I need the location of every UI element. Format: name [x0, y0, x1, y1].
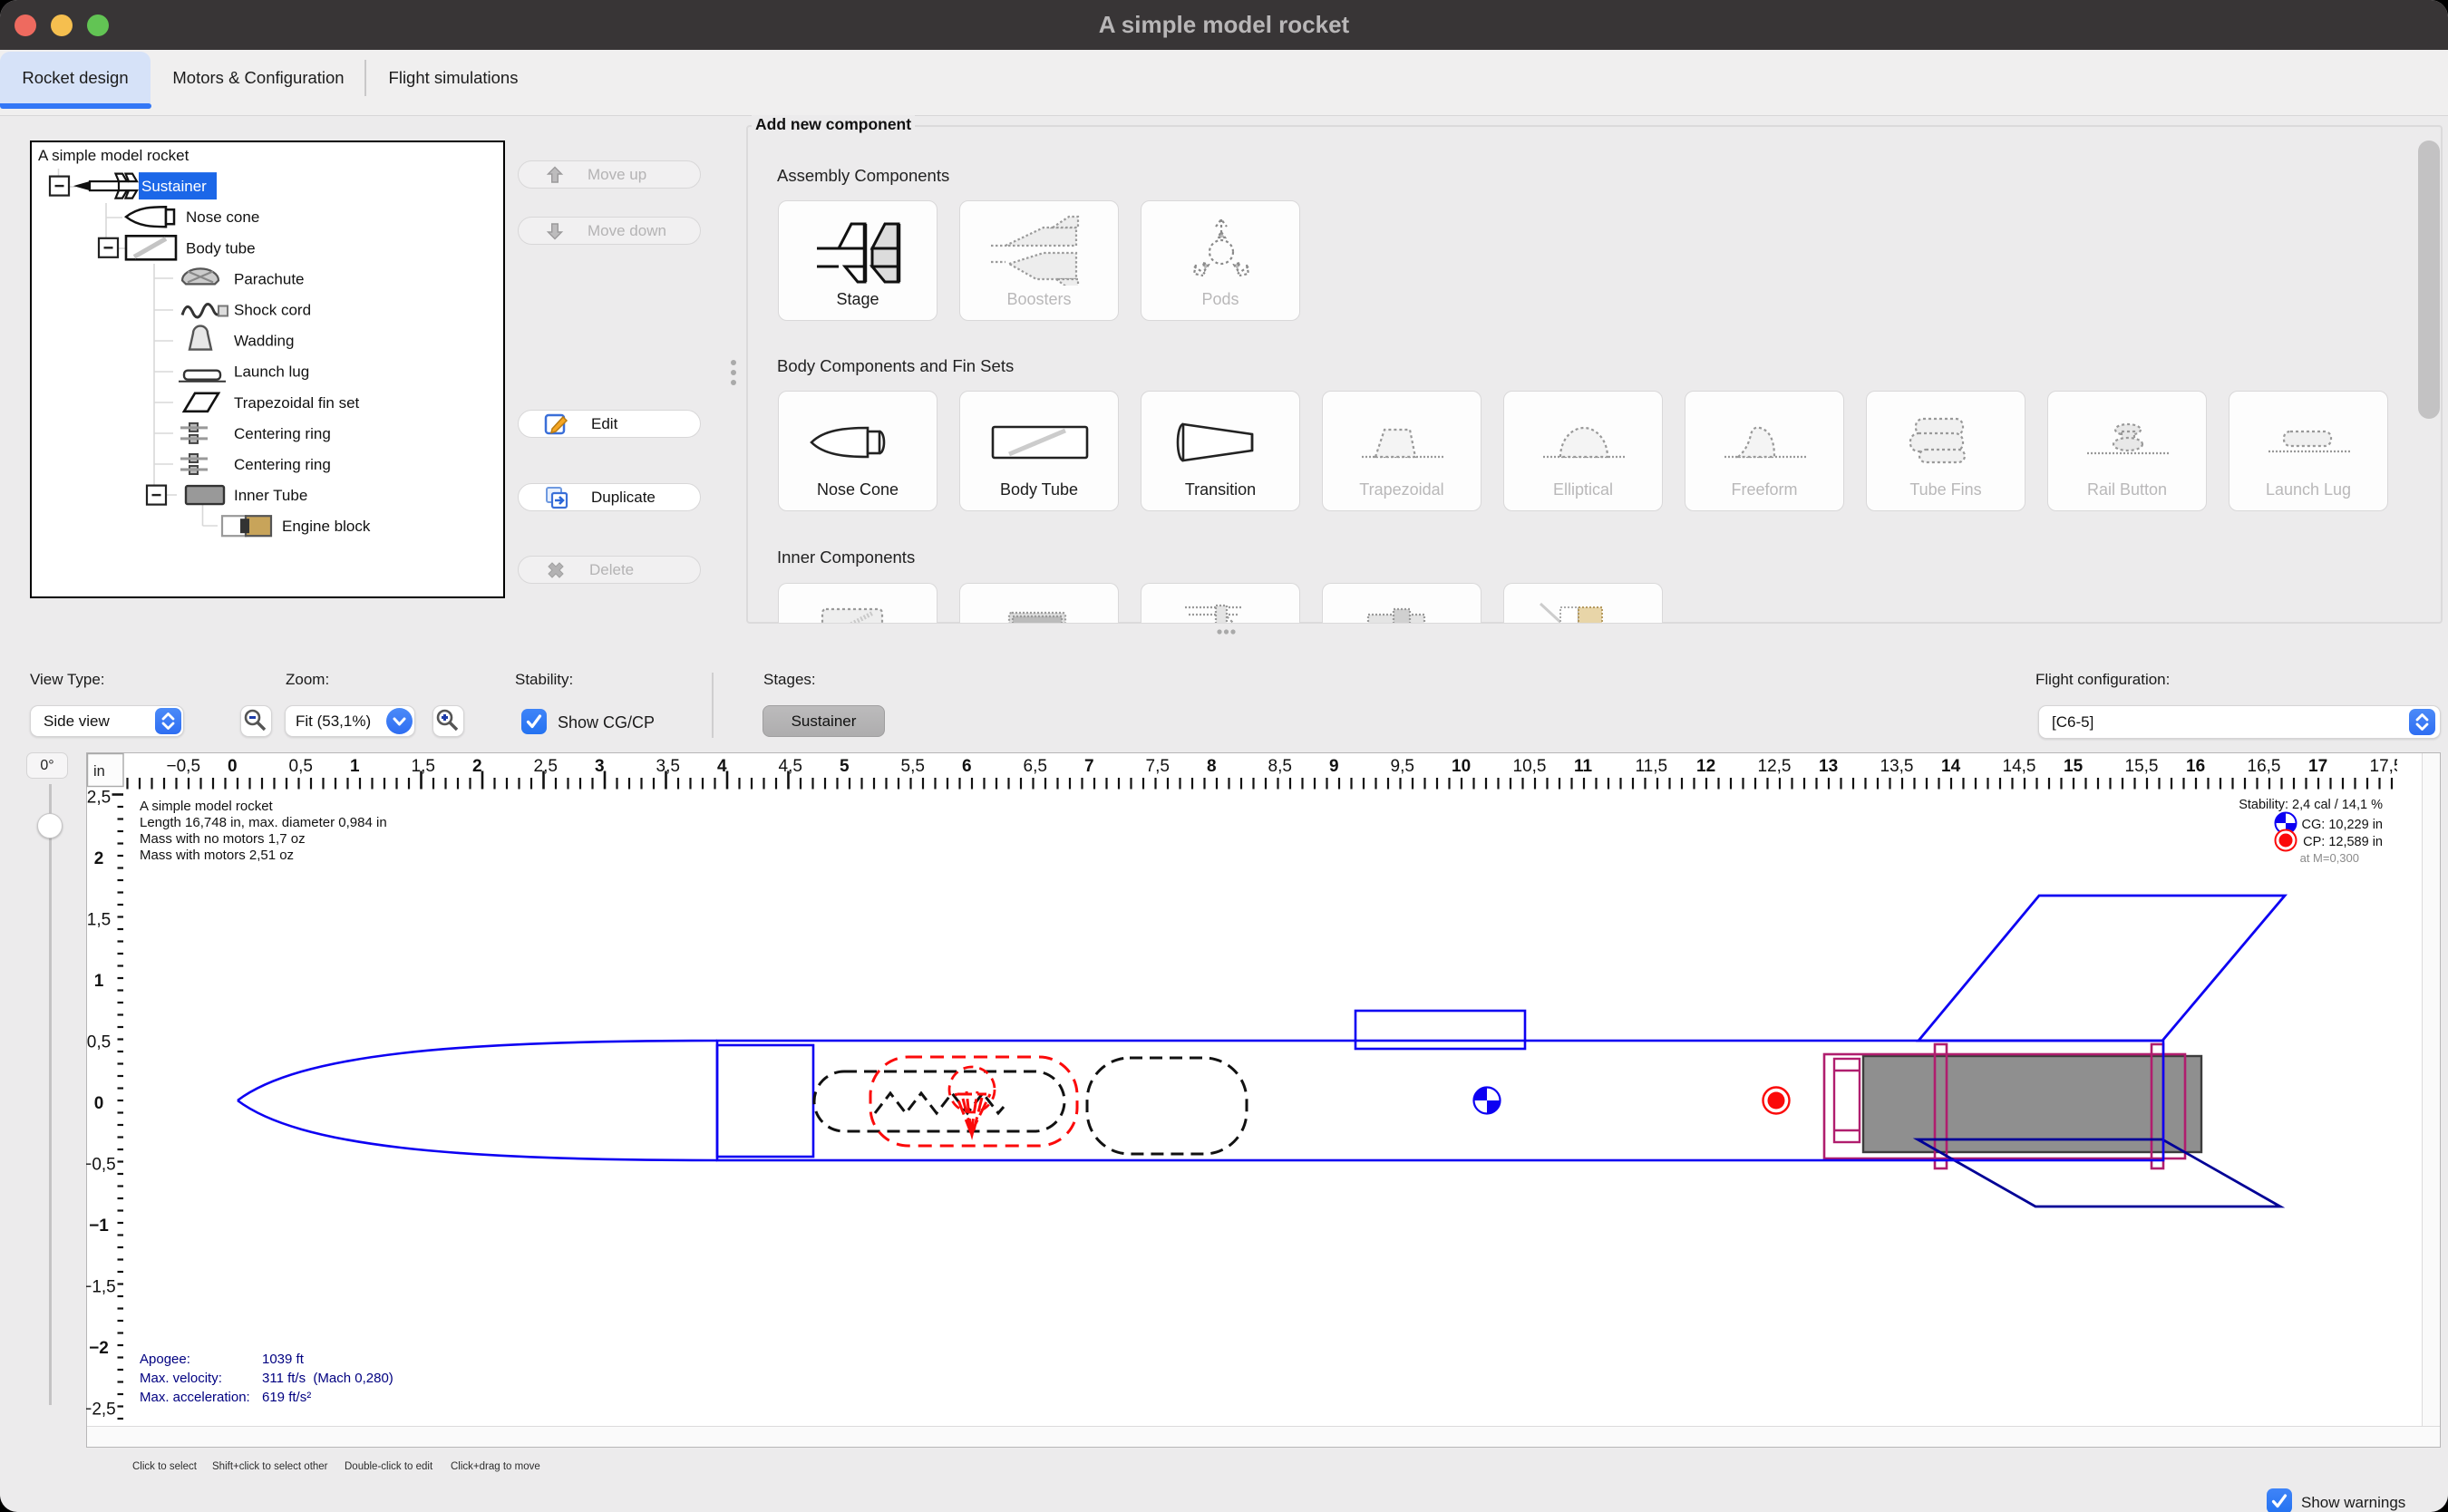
svg-text:−1,5: −1,5 [86, 1278, 116, 1297]
svg-text:9: 9 [1329, 757, 1339, 776]
svg-text:619 ft/s²: 619 ft/s² [262, 1390, 311, 1405]
svg-text:9,5: 9,5 [1391, 757, 1414, 776]
svg-text:Sustainer: Sustainer [141, 178, 207, 195]
svg-text:Trapezoidal fin set: Trapezoidal fin set [234, 394, 360, 412]
svg-text:16: 16 [2186, 757, 2205, 776]
svg-text:Max. velocity:: Max. velocity: [140, 1371, 222, 1386]
svg-text:−2: −2 [89, 1339, 109, 1358]
svg-text:Wadding: Wadding [234, 333, 294, 350]
svg-text:12: 12 [1696, 757, 1715, 776]
svg-text:1,5: 1,5 [87, 911, 111, 930]
svg-text:Nose cone: Nose cone [186, 208, 259, 226]
svg-text:2: 2 [94, 849, 104, 868]
svg-text:Launch lug: Launch lug [234, 363, 309, 381]
svg-text:−1: −1 [89, 1216, 109, 1236]
svg-text:Max. acceleration:: Max. acceleration: [140, 1390, 250, 1405]
svg-text:Mass with no motors 1,7 oz: Mass with no motors 1,7 oz [140, 831, 306, 847]
svg-text:Shock cord: Shock cord [234, 302, 311, 319]
svg-text:Centering ring: Centering ring [234, 456, 331, 473]
svg-text:Apogee:: Apogee: [140, 1352, 190, 1367]
svg-text:in: in [93, 763, 105, 780]
svg-text:14: 14 [1941, 757, 1961, 776]
svg-text:4: 4 [717, 757, 727, 776]
svg-text:17,5: 17,5 [2370, 757, 2404, 776]
svg-text:Body tube: Body tube [186, 239, 256, 257]
svg-text:−0,5: −0,5 [167, 757, 201, 776]
svg-text:−2,5: −2,5 [86, 1401, 116, 1420]
svg-text:14,5: 14,5 [2003, 757, 2036, 776]
svg-text:1: 1 [94, 972, 104, 991]
svg-text:3: 3 [595, 757, 605, 776]
svg-text:7,5: 7,5 [1146, 757, 1170, 776]
svg-text:7: 7 [1084, 757, 1094, 776]
svg-text:−0,5: −0,5 [86, 1156, 116, 1175]
svg-text:Mass with motors 2,51 oz: Mass with motors 2,51 oz [140, 848, 294, 863]
svg-text:15,5: 15,5 [2125, 757, 2159, 776]
svg-text:4,5: 4,5 [779, 757, 802, 776]
svg-text:6: 6 [962, 757, 972, 776]
svg-text:Length 16,748 in, max. diamete: Length 16,748 in, max. diameter 0,984 in [140, 815, 387, 830]
svg-text:3,5: 3,5 [656, 757, 680, 776]
svg-text:17: 17 [2308, 757, 2327, 776]
svg-text:Stability: 2,4 cal / 14,1 %: Stability: 2,4 cal / 14,1 % [2239, 798, 2383, 812]
svg-text:CG: 10,229 in: CG: 10,229 in [2302, 818, 2383, 832]
svg-text:13,5: 13,5 [1880, 757, 1914, 776]
svg-text:2: 2 [472, 757, 482, 776]
svg-text:1039 ft: 1039 ft [262, 1352, 305, 1367]
svg-text:10,5: 10,5 [1513, 757, 1547, 776]
svg-text:Centering ring: Centering ring [234, 425, 331, 442]
svg-text:5,5: 5,5 [901, 757, 925, 776]
svg-text:6,5: 6,5 [1024, 757, 1047, 776]
svg-text:A simple model rocket: A simple model rocket [38, 147, 189, 164]
svg-text:at M=0,300: at M=0,300 [2300, 851, 2359, 865]
svg-text:0,5: 0,5 [289, 757, 313, 776]
svg-text:0: 0 [228, 757, 238, 776]
svg-text:Engine block: Engine block [282, 518, 371, 535]
svg-text:1,5: 1,5 [412, 757, 435, 776]
svg-text:11: 11 [1574, 757, 1593, 776]
svg-text:10: 10 [1452, 757, 1471, 776]
svg-text:1: 1 [350, 757, 360, 776]
svg-text:Parachute: Parachute [234, 270, 305, 287]
svg-text:2,5: 2,5 [534, 757, 558, 776]
svg-text:0,5: 0,5 [87, 1033, 111, 1052]
svg-text:5: 5 [840, 757, 850, 776]
svg-text:Inner Tube: Inner Tube [234, 487, 307, 504]
svg-text:8: 8 [1207, 757, 1217, 776]
svg-text:12,5: 12,5 [1758, 757, 1792, 776]
svg-text:2,5: 2,5 [87, 789, 111, 808]
svg-text:11,5: 11,5 [1636, 757, 1668, 776]
svg-text:CP: 12,589 in: CP: 12,589 in [2303, 835, 2383, 849]
svg-text:311 ft/s (Mach 0,280): 311 ft/s (Mach 0,280) [262, 1371, 393, 1386]
svg-text:0: 0 [94, 1094, 104, 1113]
svg-text:15: 15 [2064, 757, 2084, 776]
svg-text:8,5: 8,5 [1268, 757, 1292, 776]
svg-text:16,5: 16,5 [2248, 757, 2281, 776]
svg-text:13: 13 [1819, 757, 1838, 776]
svg-text:A simple model rocket: A simple model rocket [140, 799, 274, 814]
